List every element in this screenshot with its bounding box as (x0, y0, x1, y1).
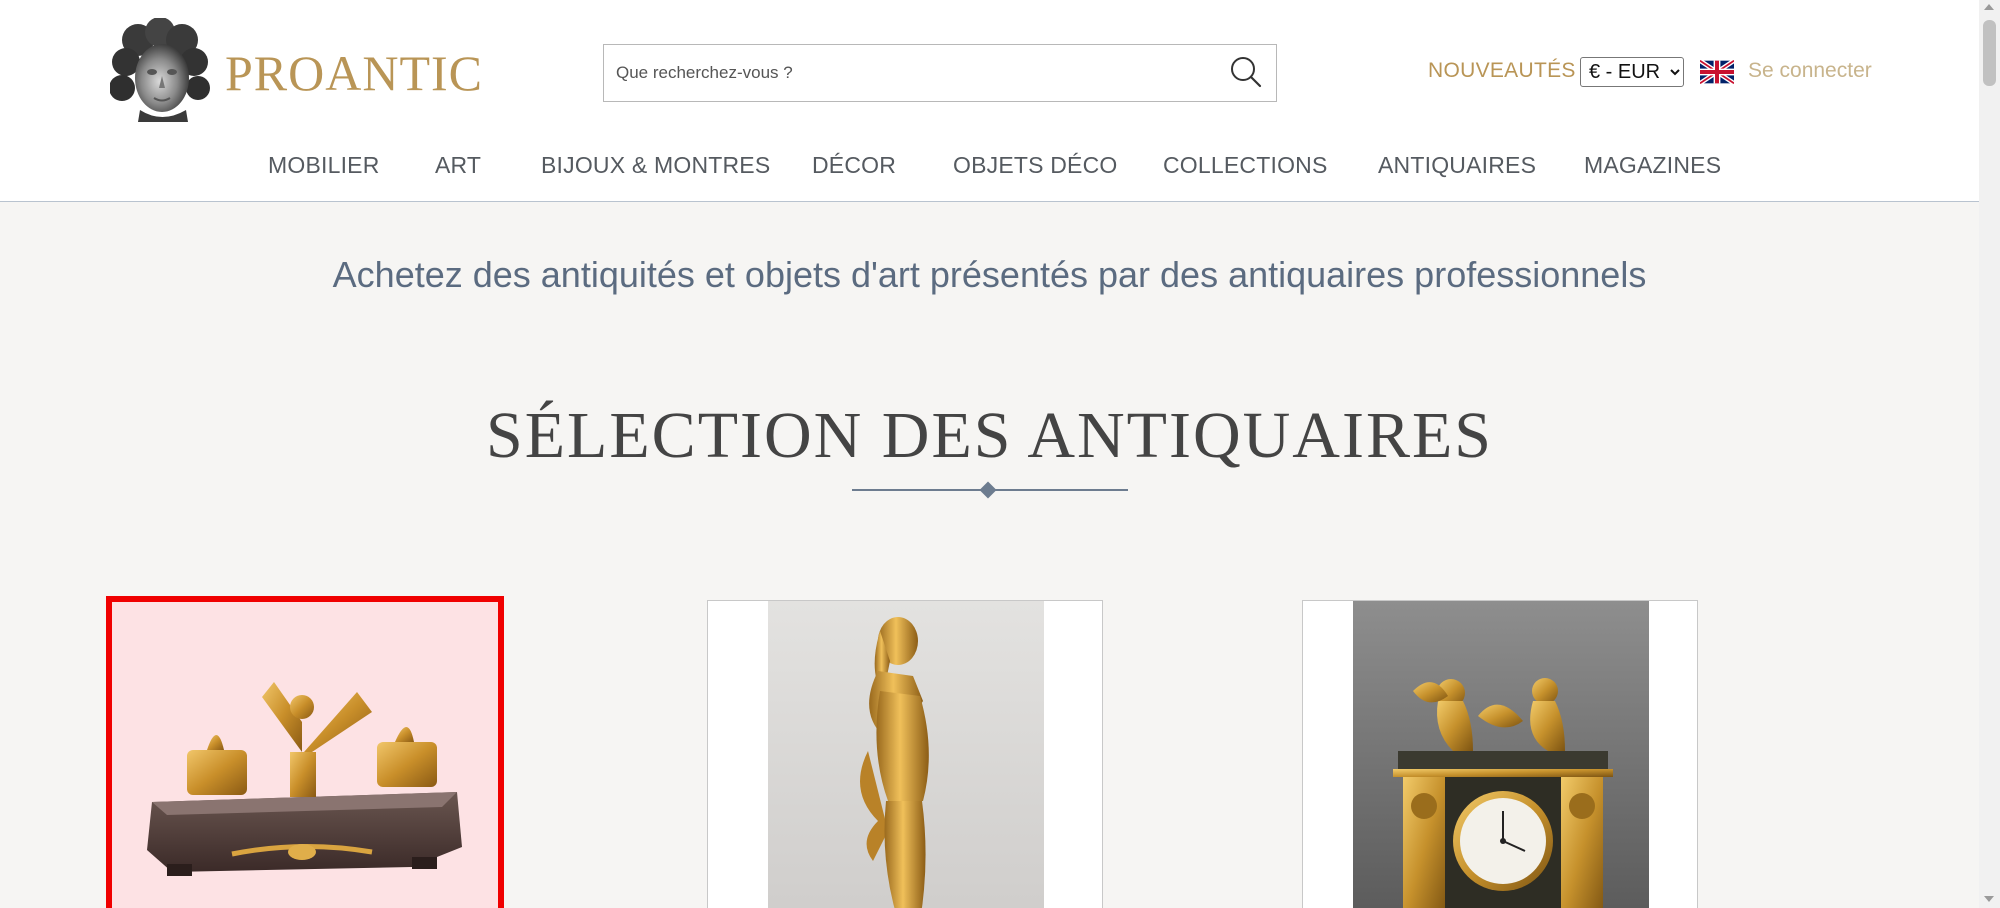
search-icon[interactable] (1226, 53, 1266, 93)
tagline: Achetez des antiquités et objets d'art p… (332, 254, 1647, 295)
nav-item-magazines[interactable]: MAGAZINES (1584, 152, 1721, 179)
nav-item-antiquaires[interactable]: ANTIQUAIRES (1378, 152, 1536, 179)
currency-select[interactable]: € - EUR (1580, 57, 1684, 87)
main-nav: MOBILIER ART BIJOUX & MONTRES DÉCOR OBJE… (0, 146, 1979, 186)
search-bar (603, 44, 1277, 102)
brand-name[interactable]: PROANTIC (225, 42, 483, 104)
scroll-down-icon[interactable] (1984, 896, 1994, 902)
product-card[interactable] (707, 600, 1103, 908)
nouveautes-link[interactable]: NOUVEAUTÉS (1428, 59, 1576, 83)
nav-item-art[interactable]: ART (435, 152, 481, 179)
page-scrollbar[interactable] (1979, 0, 2000, 908)
nav-item-mobilier[interactable]: MOBILIER (268, 152, 380, 179)
female-statue-image (768, 601, 1044, 908)
login-link[interactable]: Se connecter (1748, 59, 1872, 83)
product-card[interactable] (1302, 600, 1698, 908)
nav-item-collections[interactable]: COLLECTIONS (1163, 152, 1328, 179)
section-title: SÉLECTION DES ANTIQUAIRES (486, 399, 1493, 472)
scrollbar-thumb[interactable] (1983, 20, 1996, 86)
scroll-up-icon[interactable] (1984, 4, 1994, 10)
nav-item-decor[interactable]: DÉCOR (812, 152, 896, 179)
uk-flag-icon[interactable] (1698, 58, 1736, 86)
search-input[interactable] (616, 45, 1206, 101)
title-divider-ornament (979, 481, 997, 499)
product-card[interactable] (106, 596, 504, 908)
nav-item-objets-deco[interactable]: OBJETS DÉCO (953, 152, 1118, 179)
mantel-clock-image (1353, 601, 1649, 908)
site-header: PROANTIC NOUVEAUTÉS € - EUR Se connecter… (0, 0, 1979, 202)
statue-head-logo-icon[interactable] (109, 17, 210, 124)
eagle-inkwell-image (147, 682, 462, 876)
nav-item-bijoux-montres[interactable]: BIJOUX & MONTRES (541, 152, 770, 179)
